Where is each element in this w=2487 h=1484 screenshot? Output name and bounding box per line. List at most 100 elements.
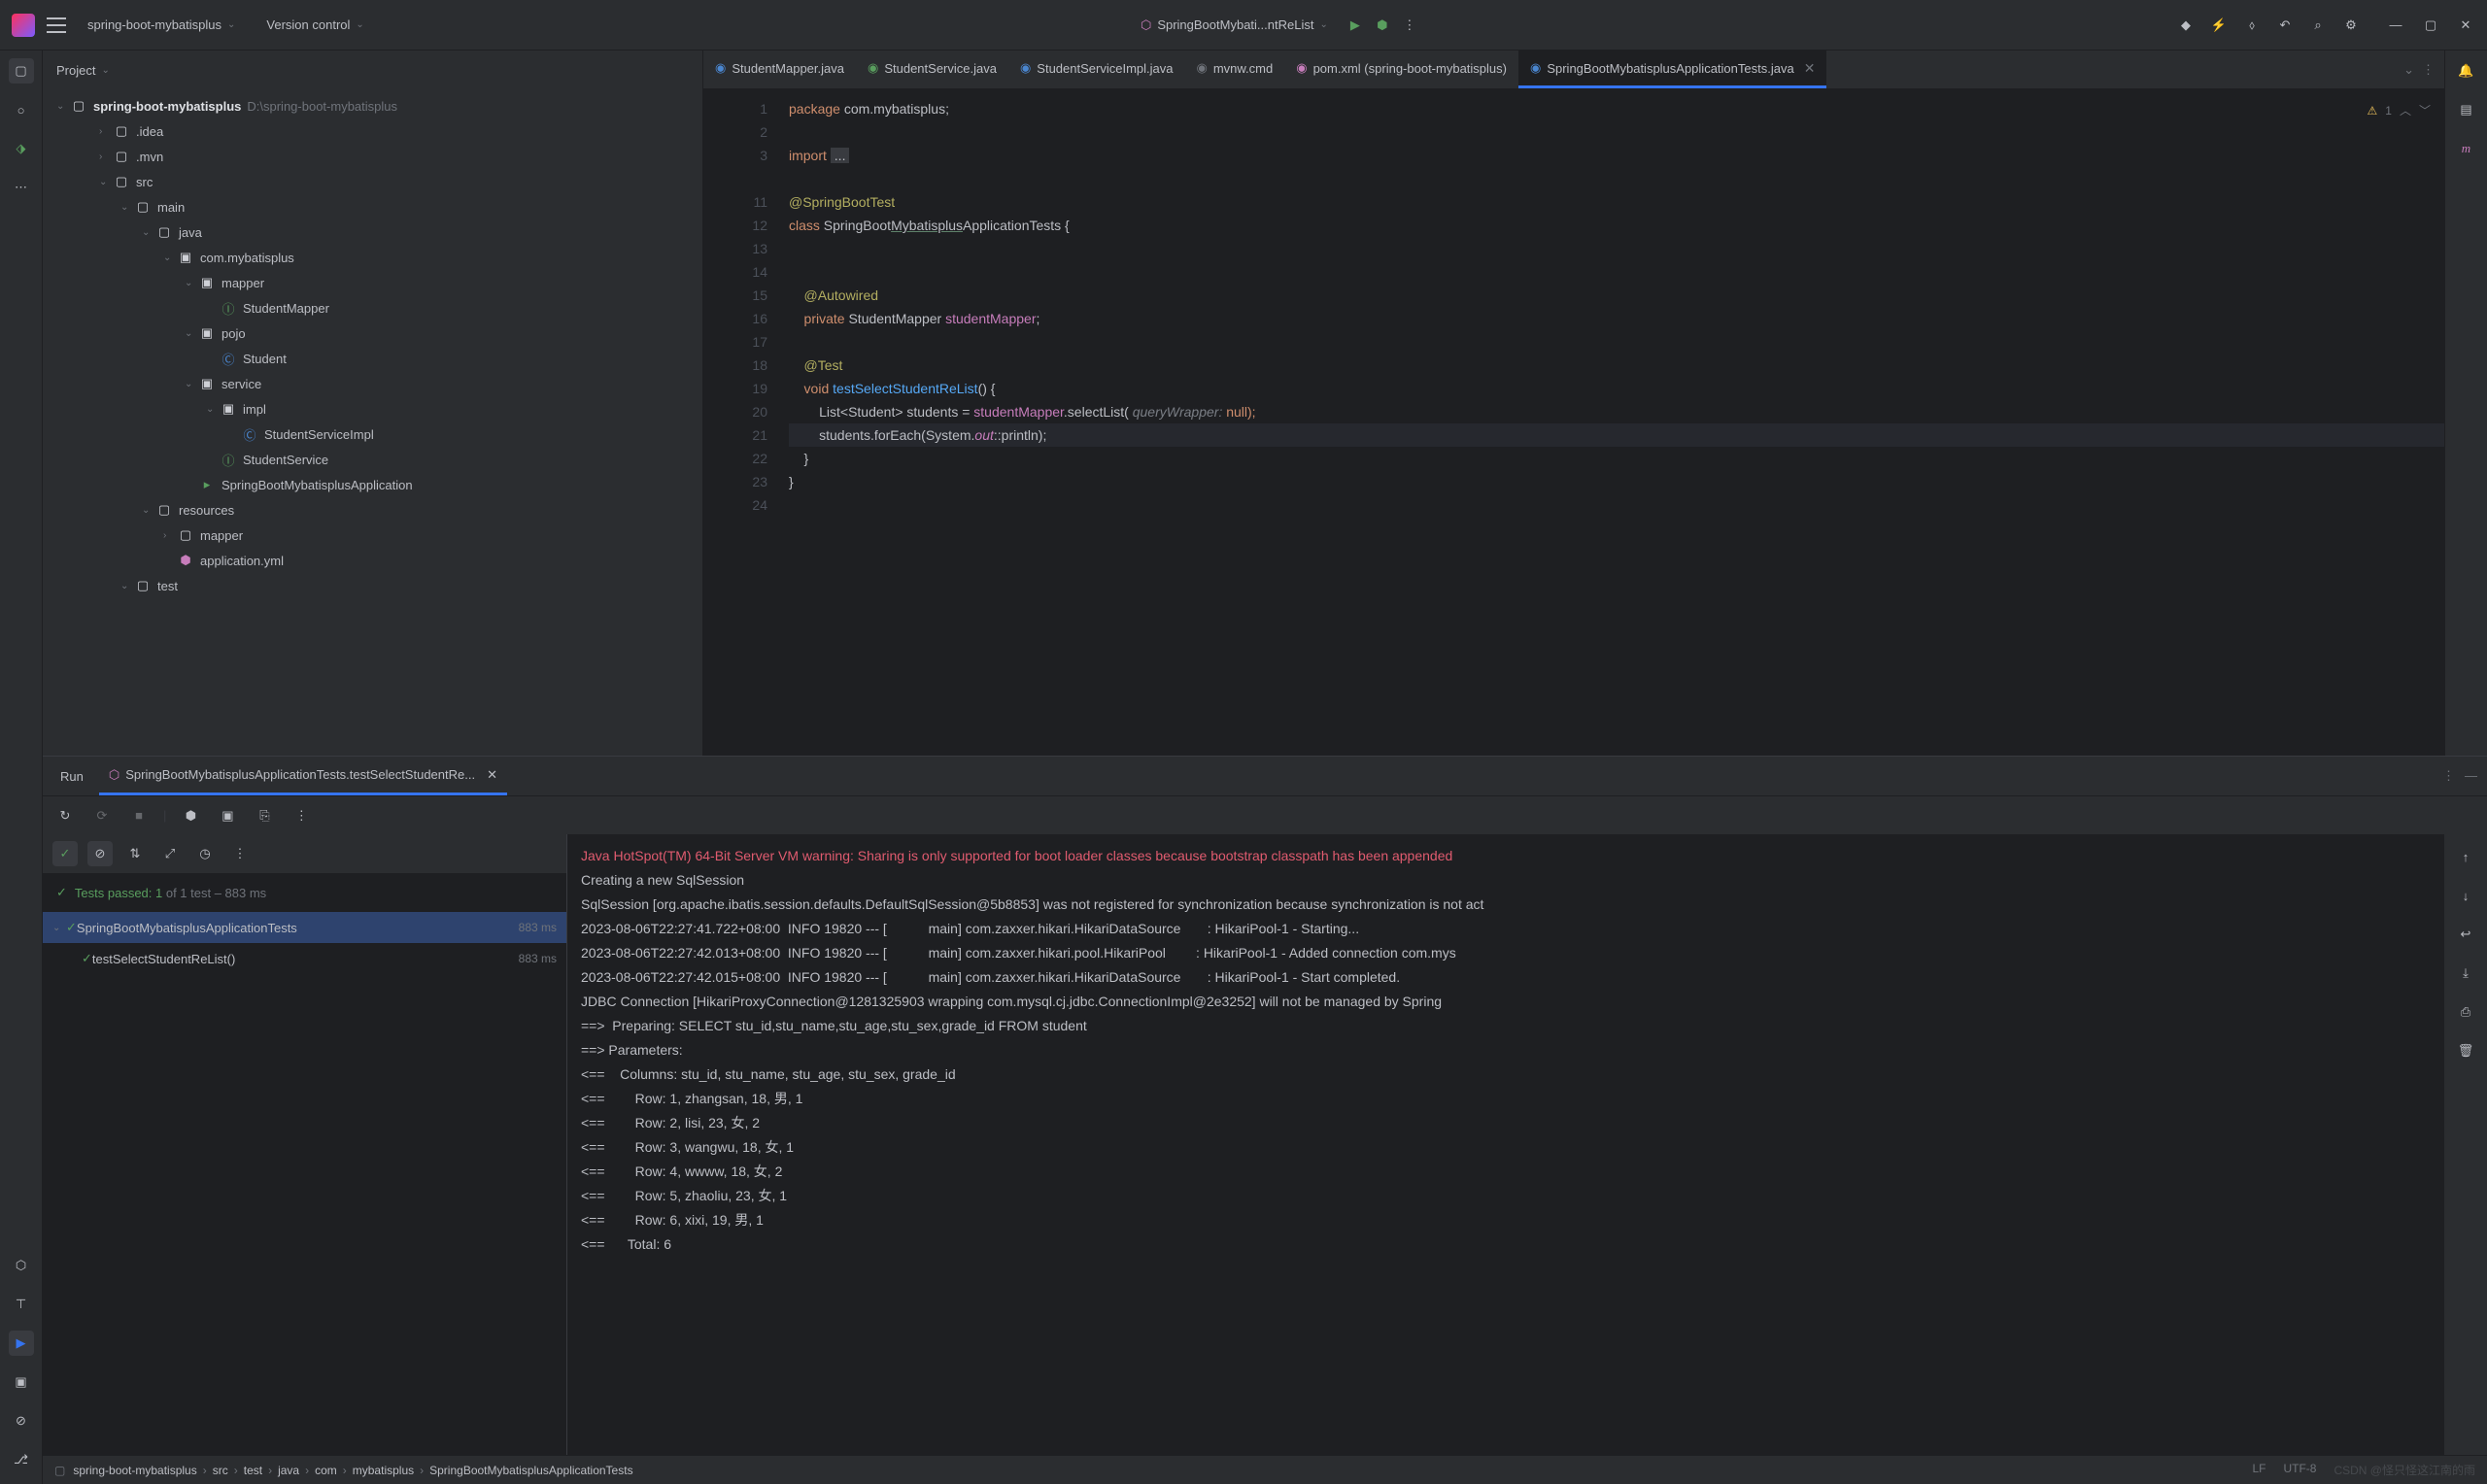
maximize-button[interactable]: ▢ [2421, 16, 2440, 35]
tree-item[interactable]: ⒾStudentMapper [43, 295, 702, 320]
tree-item[interactable]: ▸SpringBootMybatisplusApplication [43, 472, 702, 497]
tree-item[interactable]: ⌄▣pojo [43, 320, 702, 346]
show-ignored-icon[interactable]: ⊘ [87, 841, 113, 866]
print-icon[interactable]: ⎙ [2453, 999, 2478, 1025]
settings-icon[interactable]: ⚙ [2341, 16, 2361, 35]
tree-item[interactable]: ⌄▢src [43, 169, 702, 194]
tree-item[interactable]: ⌄▣impl [43, 396, 702, 422]
encoding[interactable]: UTF-8 [2283, 1462, 2316, 1478]
close-tab-icon[interactable]: ✕ [1804, 60, 1816, 77]
problems-icon[interactable]: ⊘ [9, 1408, 34, 1433]
minimize-button[interactable]: — [2386, 16, 2405, 35]
tree-item[interactable]: ⬢application.yml [43, 548, 702, 573]
clear-icon[interactable]: 🗑 [2453, 1038, 2478, 1063]
test-suite-row[interactable]: ⌄ ✓ SpringBootMybatisplusApplicationTest… [43, 912, 566, 943]
tab-more-icon[interactable]: ⋮ [2422, 62, 2435, 78]
sort-icon[interactable]: ⇅ [122, 841, 148, 866]
stop-icon[interactable]: ■ [126, 803, 152, 828]
tree-item[interactable]: ›▢.mvn [43, 144, 702, 169]
bookmarks-icon[interactable]: ⊤ [9, 1292, 34, 1317]
scroll-up-icon[interactable]: ↑ [2453, 844, 2478, 869]
tab-dropdown-icon[interactable]: ⌄ [2403, 62, 2414, 78]
editor-tab[interactable]: ◉StudentServiceImpl.java [1008, 51, 1185, 88]
search-icon[interactable]: ⌕ [2308, 16, 2328, 35]
tree-root[interactable]: ⌄ ▢ spring-boot-mybatisplus D:\spring-bo… [43, 93, 702, 118]
code-editor[interactable]: 123 1112 131415 161718 192021 222324 pac… [703, 89, 2444, 756]
next-highlight-icon[interactable]: ﹀ [2419, 99, 2431, 122]
run-tool-icon[interactable]: ▶ [9, 1331, 34, 1356]
updates-icon[interactable]: ⚡ [2209, 16, 2229, 35]
prev-highlight-icon[interactable]: ︿ [2400, 99, 2411, 122]
database-icon[interactable]: ▤ [2454, 97, 2479, 122]
test-icon: ⬡ [109, 767, 119, 783]
project-header[interactable]: Project ⌄ [43, 51, 702, 89]
more-icon[interactable]: ⋮ [227, 841, 253, 866]
tree-item[interactable]: ⌄▢resources [43, 497, 702, 523]
tree-item[interactable]: ⌄▣service [43, 371, 702, 396]
editor-tab[interactable]: ◉StudentService.java [856, 51, 1008, 88]
editor-tab[interactable]: ◉StudentMapper.java [703, 51, 856, 88]
ai-icon[interactable]: ⬨ [2242, 16, 2262, 35]
expand-icon[interactable]: ⤢ [157, 841, 183, 866]
tree-item[interactable]: ›▢mapper [43, 523, 702, 548]
back-icon[interactable]: ↶ [2275, 16, 2295, 35]
tree-item[interactable]: ⌄▢main [43, 194, 702, 219]
app-icon [12, 14, 35, 37]
soft-wrap-icon[interactable]: ↩ [2453, 922, 2478, 947]
git-icon[interactable]: ⎇ [9, 1447, 34, 1472]
close-button[interactable]: ✕ [2456, 16, 2475, 35]
history-icon[interactable]: ◷ [192, 841, 218, 866]
scroll-down-icon[interactable]: ↓ [2453, 883, 2478, 908]
structure-tool-icon[interactable]: ⬗ [9, 136, 34, 161]
dump-icon[interactable]: ▣ [215, 803, 240, 828]
run-hide-icon[interactable]: — [2465, 768, 2477, 784]
tree-item[interactable]: ⌄▢test [43, 573, 702, 598]
project-selector[interactable]: spring-boot-mybatisplus ⌄ [78, 14, 245, 36]
tree-item[interactable]: ⌄▢java [43, 219, 702, 245]
check-icon: ✓ [82, 951, 92, 966]
run-config-selector[interactable]: ⬡ SpringBootMybati...ntReList ⌄ [1131, 14, 1338, 37]
run-tab[interactable]: ⬡ SpringBootMybatisplusApplicationTests.… [99, 757, 507, 795]
toggle-auto-test-icon[interactable]: ⬢ [178, 803, 203, 828]
tree-item[interactable]: ⌄▣mapper [43, 270, 702, 295]
project-tool-icon[interactable]: ▢ [9, 58, 34, 84]
tree-item[interactable]: ⌄▣com.mybatisplus [43, 245, 702, 270]
maven-icon[interactable]: m [2454, 136, 2479, 161]
test-case-row[interactable]: ✓ testSelectStudentReList() 883 ms [43, 943, 566, 974]
editor-tab[interactable]: ◉SpringBootMybatisplusApplicationTests.j… [1518, 51, 1826, 88]
services-icon[interactable]: ⬡ [9, 1253, 34, 1278]
import-icon[interactable]: ⎘ [252, 803, 277, 828]
editor-inspection[interactable]: ⚠ 1 ︿ ﹀ [2368, 99, 2431, 122]
close-tab-icon[interactable]: ✕ [487, 767, 497, 783]
console-output[interactable]: Java HotSpot(TM) 64-Bit Server VM warnin… [567, 834, 2444, 1455]
main-menu-icon[interactable] [47, 17, 66, 33]
editor-tab[interactable]: ◉pom.xml (spring-boot-mybatisplus) [1284, 51, 1518, 88]
more-actions-icon[interactable]: ⋮ [1400, 16, 1419, 35]
notifications-icon[interactable]: 🔔 [2454, 58, 2479, 84]
test-tree-toolbar: ✓ ⊘ ⇅ ⤢ ◷ ⋮ [43, 834, 566, 873]
code-with-me-icon[interactable]: ◆ [2176, 16, 2196, 35]
tree-item[interactable]: ⒾStudentService [43, 447, 702, 472]
rerun-failed-icon[interactable]: ⟳ [89, 803, 115, 828]
show-passed-icon[interactable]: ✓ [52, 841, 78, 866]
breadcrumb[interactable]: spring-boot-mybatisplus›src›test›java›co… [73, 1464, 632, 1477]
editor-tab[interactable]: ◉mvnw.cmd [1184, 51, 1284, 88]
tree-item[interactable]: ›▢.idea [43, 118, 702, 144]
scroll-end-icon[interactable]: ⤓ [2453, 961, 2478, 986]
terminal-icon[interactable]: ▣ [9, 1369, 34, 1395]
console-toolbar: ↑ ↓ ↩ ⤓ ⎙ 🗑 [2444, 834, 2487, 1455]
commit-tool-icon[interactable]: ○ [9, 97, 34, 122]
code-content[interactable]: package com.mybatisplus; import ... @Spr… [781, 89, 2444, 756]
tool-window-icon[interactable]: ▢ [54, 1464, 65, 1477]
tree-item[interactable]: ⒸStudentServiceImpl [43, 422, 702, 447]
more-icon[interactable]: ⋮ [289, 803, 314, 828]
run-more-icon[interactable]: ⋮ [2442, 768, 2455, 784]
tree-item[interactable]: ⒸStudent [43, 346, 702, 371]
more-tool-icon[interactable]: ⋯ [9, 175, 34, 200]
rerun-icon[interactable]: ↻ [52, 803, 78, 828]
line-separator[interactable]: LF [2252, 1462, 2266, 1478]
run-button[interactable]: ▶ [1346, 16, 1365, 35]
watermark: CSDN @怪只怪这江南的雨 [2334, 1462, 2475, 1478]
vcs-selector[interactable]: Version control ⌄ [256, 14, 373, 36]
debug-button[interactable]: ⬢ [1373, 16, 1392, 35]
